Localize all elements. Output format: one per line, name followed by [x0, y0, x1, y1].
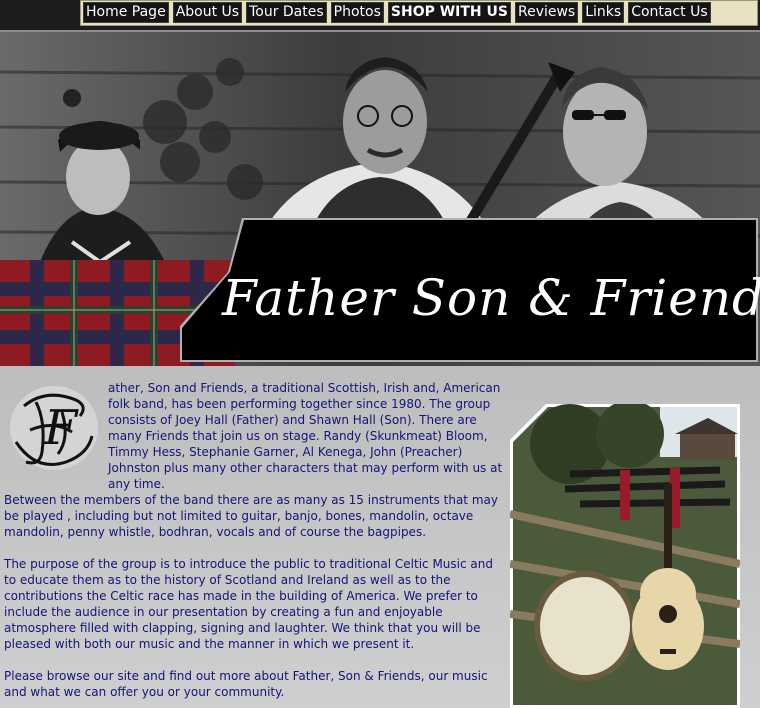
ornate-f-dropcap-icon: F — [10, 386, 98, 470]
browse-paragraph: Please browse our site and find out more… — [4, 669, 488, 699]
main-nav: Home Page About Us Tour Dates Photos SHO… — [83, 2, 711, 23]
instruments-photo — [510, 404, 740, 708]
nav-photos[interactable]: Photos — [330, 2, 384, 23]
nav-about-us[interactable]: About Us — [172, 2, 243, 23]
intro-paragraph: ather, Son and Friends, a traditional Sc… — [108, 381, 503, 491]
main-content: F ather, Son and Friends, a traditional … — [0, 366, 760, 708]
nav-links[interactable]: Links — [582, 2, 625, 23]
purpose-paragraph: The purpose of the group is to introduce… — [4, 557, 493, 651]
nav-reviews[interactable]: Reviews — [514, 2, 579, 23]
top-nav-bar: Home Page About Us Tour Dates Photos SHO… — [0, 0, 760, 32]
nav-tour-dates[interactable]: Tour Dates — [246, 2, 327, 23]
hero-banner: Father Son & Friends — [0, 32, 760, 366]
nav-shop-with-us[interactable]: SHOP WITH US — [387, 2, 511, 23]
nav-contact-us[interactable]: Contact Us — [628, 2, 711, 23]
nav-home-page[interactable]: Home Page — [83, 2, 169, 23]
instruments-paragraph: Between the members of the band there ar… — [4, 493, 498, 539]
svg-text:F: F — [43, 400, 79, 456]
band-title: Father Son & Friends — [222, 269, 760, 327]
